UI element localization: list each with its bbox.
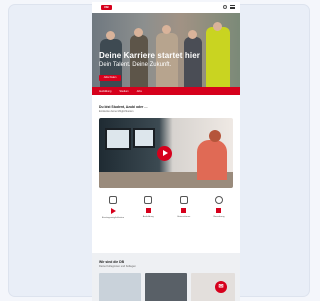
monitor-image [105,128,131,150]
feature-item[interactable]: Einstiegsmöglichkeiten [100,196,126,220]
category-tabs: Ausbildung Studium Jobs [92,87,240,95]
person-image [197,140,227,180]
person-head-image [209,130,221,142]
teaser-image[interactable] [99,273,141,301]
search-icon[interactable] [223,5,227,9]
tools-icon [144,196,153,204]
hero-person [156,33,178,87]
feature-item[interactable]: Ausbildung [135,196,161,220]
arrow-icon [110,208,116,214]
hero-person [184,37,202,87]
feature-label: Einstiegsmöglichkeiten [101,217,125,219]
monitor-image [133,128,155,148]
hero-person-head [162,25,171,34]
play-icon[interactable] [157,146,172,161]
tab-ausbildung[interactable]: Ausbildung [99,90,111,93]
feature-label: Unternehmen [177,216,191,218]
teaser-title: Wir sind die DB [99,260,125,264]
hero-person-head [106,31,115,40]
feature-item[interactable]: Unternehmen [171,196,197,220]
marker-icon [145,208,151,213]
teaser-subtitle: Deine Kolleginnen und Kollegen [99,265,136,268]
intro-section: Du bist Student, Azubi oder … Entdecke d… [92,95,240,188]
feature-item[interactable]: Bewerbung [206,196,232,220]
monitor-icon [109,196,117,204]
db-logo[interactable]: DB [101,5,112,10]
tab-jobs[interactable]: Jobs [137,90,142,93]
menu-icon[interactable] [230,5,235,9]
clock-icon [214,196,223,204]
section-title: Du bist Student, Azubi oder … [99,105,148,109]
teaser-thumbnails: ✉ [99,273,235,301]
plus-icon [216,208,222,213]
feature-label: Bewerbung [213,216,225,218]
hero-banner: Deine Karriere startet hier Dein Talent.… [92,13,240,87]
feature-row: Einstiegsmöglichkeiten Ausbildung Untern… [92,188,240,220]
hero-person [130,35,148,87]
teaser-image[interactable] [191,273,235,301]
section-subtitle: Entdecke deine Möglichkeiten [99,110,134,113]
top-bar-icons [223,5,235,9]
mobile-page-preview: DB Deine Karriere startet hier Dein Tale… [92,2,240,301]
hero-title: Deine Karriere startet hier [99,51,200,60]
teaser-section: Wir sind die DB Deine Kolleginnen und Ko… [92,253,240,301]
teaser-image[interactable] [145,273,187,301]
top-bar: DB [92,2,240,13]
hero-person-head [134,28,143,37]
tab-studium[interactable]: Studium [119,90,128,93]
hero-cta-button[interactable]: Jobs finden [99,75,121,81]
marker-icon [181,208,187,213]
hero-person-head [213,22,222,31]
feature-label: Ausbildung [142,216,154,218]
hero-person [206,27,230,87]
hero-person-head [188,30,197,39]
video-player[interactable] [99,118,233,188]
hero-subtitle: Dein Talent. Deine Zukunft. [99,62,172,68]
train-icon [179,196,188,204]
chat-button-icon[interactable]: ✉ [215,281,227,293]
